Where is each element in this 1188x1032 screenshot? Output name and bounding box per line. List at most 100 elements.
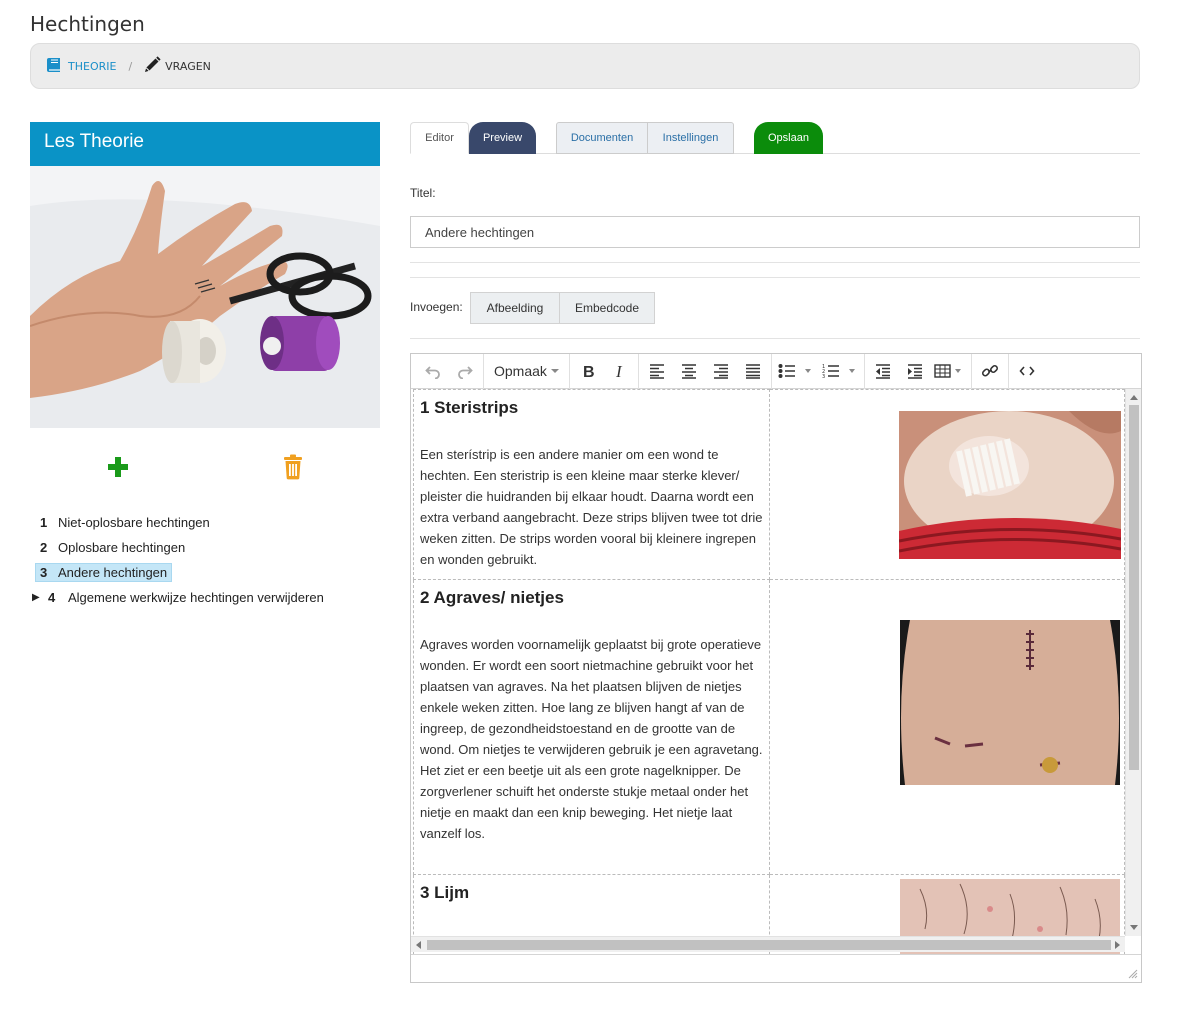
lesson-number: 2 [40, 540, 48, 555]
tab-editor[interactable]: Editor [410, 122, 469, 154]
tab-preview[interactable]: Preview [469, 122, 536, 154]
code-icon [1019, 366, 1035, 376]
align-justify-button[interactable] [737, 356, 769, 386]
resize-handle-icon[interactable] [1128, 969, 1138, 979]
breadcrumb-theory[interactable]: THEORIE [45, 55, 116, 78]
content-row: 1 Steristrips Een sterístrip is een ande… [413, 389, 1126, 580]
align-center-icon [681, 364, 696, 379]
save-button[interactable]: Opslaan [754, 122, 823, 154]
bold-icon: B [583, 364, 595, 379]
italic-button[interactable]: I [604, 356, 636, 386]
title-input[interactable]: Andere hechtingen [410, 216, 1140, 248]
lesson-number: 1 [40, 515, 48, 530]
plus-icon [108, 457, 128, 477]
breadcrumb: THEORIE / VRAGEN [30, 43, 1140, 89]
content-row: 2 Agraves/ nietjes Agraves worden voorna… [413, 579, 1126, 875]
italic-icon: I [615, 363, 623, 379]
align-right-button[interactable] [705, 356, 737, 386]
lesson-label[interactable]: Oplosbare hechtingen [58, 540, 185, 555]
redo-button[interactable] [449, 356, 481, 386]
content-cell-text[interactable]: 2 Agraves/ nietjes Agraves worden voorna… [413, 579, 770, 875]
lesson-label[interactable]: Algemene werkwijze hechtingen verwijdere… [68, 590, 324, 605]
outdent-button[interactable] [867, 356, 899, 386]
scroll-up-icon[interactable] [1130, 395, 1138, 400]
page-title: Hechtingen [30, 12, 145, 36]
list-group: 123 [772, 353, 865, 389]
section-title: 2 Agraves/ nietjes [420, 588, 564, 607]
lesson-label[interactable]: Niet-oplosbare hechtingen [58, 515, 210, 530]
undo-icon [425, 366, 440, 379]
lesson-label[interactable]: Andere hechtingen [58, 565, 167, 580]
section-title: 1 Steristrips [420, 398, 519, 417]
insert-image-button[interactable]: Afbeelding [470, 292, 560, 324]
lesson-item-2[interactable]: 2 Oplosbare hechtingen [30, 535, 380, 560]
align-group [639, 353, 772, 389]
numbered-list-button[interactable]: 123 [818, 356, 862, 386]
scroll-right-icon[interactable] [1115, 941, 1120, 949]
delete-lesson-button[interactable] [282, 454, 304, 480]
history-group [415, 353, 484, 389]
svg-text:3: 3 [822, 374, 825, 379]
lesson-panel-header: Les Theorie [30, 122, 380, 166]
content-cell-text[interactable]: 1 Steristrips Een sterístrip is een ande… [413, 389, 770, 580]
horizontal-scroll-thumb[interactable] [427, 940, 1111, 950]
tab-documents[interactable]: Documenten [556, 122, 648, 154]
lesson-item-4[interactable]: ▶ 4 Algemene werkwijze hechtingen verwij… [30, 585, 380, 610]
book-icon [45, 55, 65, 78]
bullet-list-button[interactable] [774, 356, 818, 386]
editor-toolbar: Opmaak B I 1 2 3 [411, 353, 1141, 389]
section-text: Een sterístrip is een andere manier om e… [420, 447, 763, 567]
scroll-down-icon[interactable] [1130, 925, 1138, 930]
lesson-item-1[interactable]: 1 Niet-oplosbare hechtingen [30, 510, 380, 535]
outdent-icon [875, 364, 890, 379]
lesson-item-3-active[interactable]: 3 Andere hechtingen [30, 560, 380, 585]
redo-icon [458, 366, 473, 379]
svg-text:I: I [615, 363, 623, 379]
code-group [1009, 354, 1045, 389]
link-icon [981, 364, 998, 377]
align-left-button[interactable] [641, 356, 673, 386]
lesson-highlight[interactable]: 3 Andere hechtingen [35, 563, 173, 582]
steristrip-photo [898, 411, 1121, 559]
table-button[interactable] [931, 356, 969, 386]
indent-icon [907, 364, 922, 379]
undo-button[interactable] [417, 356, 449, 386]
align-justify-icon [745, 364, 760, 379]
lesson-number: 4 [48, 590, 56, 605]
source-code-button[interactable] [1011, 356, 1043, 386]
divider [410, 262, 1140, 263]
content-cell-image[interactable] [768, 389, 1126, 580]
align-left-icon [649, 364, 664, 379]
breadcrumb-separator: / [128, 59, 133, 73]
format-dropdown-label: Opmaak [494, 363, 547, 379]
indent-button[interactable] [899, 356, 931, 386]
align-center-button[interactable] [673, 356, 705, 386]
breadcrumb-questions-label[interactable]: VRAGEN [165, 60, 211, 73]
svg-text:B: B [583, 364, 595, 379]
bullet-list-icon [778, 364, 811, 378]
horizontal-scrollbar[interactable] [411, 936, 1125, 952]
indent-group [865, 353, 972, 389]
add-lesson-button[interactable] [106, 455, 130, 479]
table-icon [934, 364, 961, 378]
tab-settings[interactable]: Instellingen [648, 122, 734, 154]
link-button[interactable] [974, 356, 1006, 386]
content-cell-image[interactable] [768, 579, 1126, 875]
rich-text-editor[interactable]: Opmaak B I 1 2 3 1 Steristrips Een sterí… [410, 353, 1142, 983]
expand-arrow-icon[interactable]: ▶ [32, 592, 44, 603]
bold-button[interactable]: B [572, 356, 604, 386]
vertical-scrollbar[interactable] [1125, 389, 1141, 936]
vertical-scroll-thumb[interactable] [1129, 405, 1139, 770]
breadcrumb-questions[interactable]: VRAGEN [142, 55, 211, 78]
insert-embed-button[interactable]: Embedcode [559, 292, 655, 324]
scroll-left-icon[interactable] [416, 941, 421, 949]
editor-content[interactable]: 1 Steristrips Een sterístrip is een ande… [411, 389, 1141, 954]
title-label: Titel: [410, 186, 436, 200]
breadcrumb-theory-label[interactable]: THEORIE [68, 60, 116, 73]
format-dropdown[interactable]: Opmaak [486, 363, 567, 379]
pencil-icon [142, 55, 162, 78]
section-title: 3 Lijm [420, 883, 470, 902]
lesson-list: 1 Niet-oplosbare hechtingen 2 Oplosbare … [30, 510, 380, 610]
content-table[interactable]: 1 Steristrips Een sterístrip is een ande… [413, 389, 1126, 954]
lesson-number: 3 [40, 565, 48, 580]
